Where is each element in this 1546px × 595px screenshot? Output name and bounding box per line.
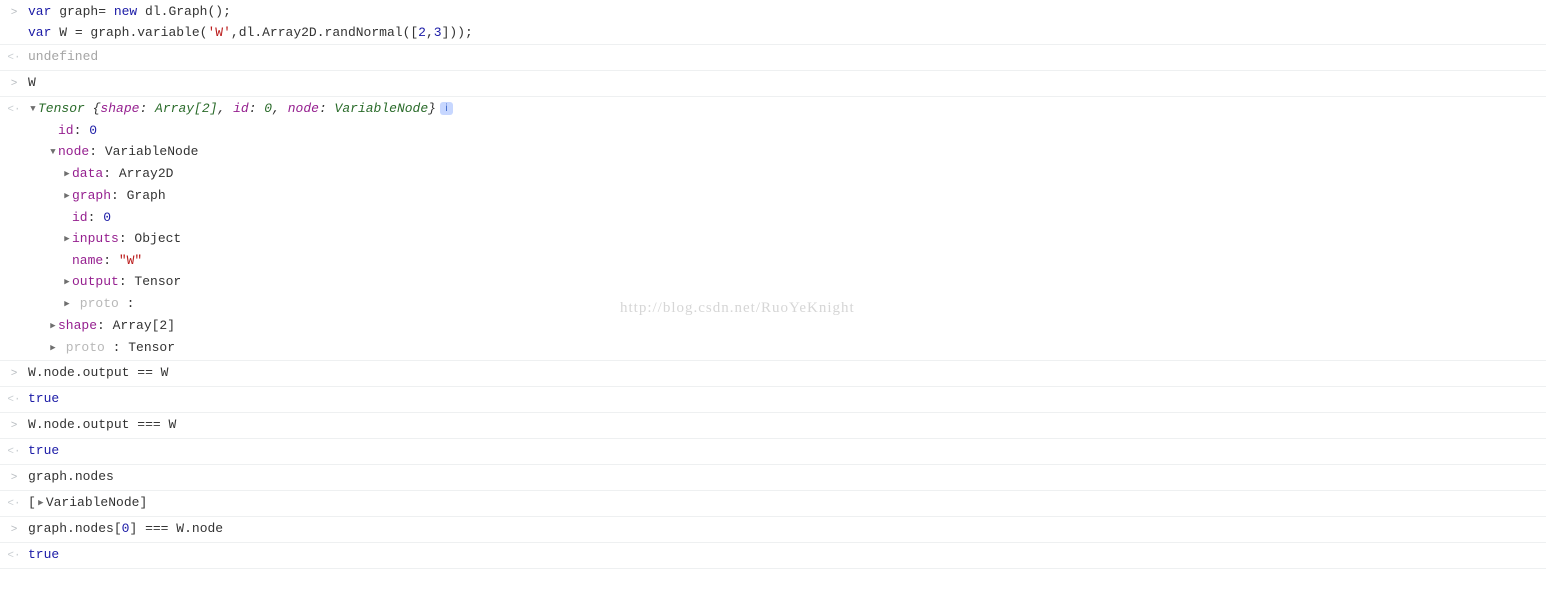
console-input-row[interactable]: >var graph= new dl.Graph();var W = graph…: [0, 0, 1546, 45]
console-input-row[interactable]: >W: [0, 71, 1546, 97]
console-output-value: true: [28, 544, 1546, 565]
expand-toggle-icon[interactable]: [62, 229, 72, 250]
object-property-row[interactable]: data: Array2D: [28, 163, 1538, 185]
info-icon[interactable]: i: [440, 102, 453, 115]
console-input-code: W.node.output == W: [28, 362, 1546, 383]
object-property-row: name: "W": [28, 250, 1538, 271]
console-output-object: Tensor {shape: Array[2], id: 0, node: Va…: [28, 98, 1546, 359]
console-log: >var graph= new dl.Graph();var W = graph…: [0, 0, 1546, 569]
expand-toggle-icon[interactable]: [62, 294, 72, 315]
expand-toggle-icon[interactable]: [62, 186, 72, 207]
output-icon: <·: [0, 46, 28, 69]
object-property-row[interactable]: node: VariableNode: [28, 141, 1538, 163]
expand-toggle-icon[interactable]: [28, 99, 38, 120]
console-output-row: <·true: [0, 543, 1546, 569]
output-icon: <·: [0, 492, 28, 515]
console-output-row: <·[VariableNode]: [0, 491, 1546, 517]
object-property-row[interactable]: proto :: [28, 293, 1538, 315]
prompt-icon: >: [0, 414, 28, 437]
expand-toggle-icon[interactable]: [48, 316, 58, 337]
console-output-array[interactable]: [VariableNode]: [28, 492, 1546, 514]
object-property-row[interactable]: inputs: Object: [28, 228, 1538, 250]
output-icon: <·: [0, 98, 28, 121]
prompt-icon: >: [0, 1, 28, 24]
console-input-code: graph.nodes: [28, 466, 1546, 487]
console-input-row[interactable]: >W.node.output === W: [0, 413, 1546, 439]
expand-toggle-icon[interactable]: [36, 493, 46, 514]
object-property-row: id: 0: [28, 207, 1538, 228]
console-output-row: <·undefined: [0, 45, 1546, 71]
object-property-row[interactable]: graph: Graph: [28, 185, 1538, 207]
expand-toggle-icon[interactable]: [48, 142, 58, 163]
object-property-row[interactable]: shape: Array[2]: [28, 315, 1538, 337]
prompt-icon: >: [0, 72, 28, 95]
console-output-row: <·true: [0, 439, 1546, 465]
console-input-row[interactable]: >W.node.output == W: [0, 361, 1546, 387]
console-input-row[interactable]: >graph.nodes[0] === W.node: [0, 517, 1546, 543]
console-input-row[interactable]: >graph.nodes: [0, 465, 1546, 491]
console-output-value: true: [28, 388, 1546, 409]
prompt-icon: >: [0, 466, 28, 489]
expand-toggle-icon[interactable]: [62, 164, 72, 185]
expand-toggle-icon[interactable]: [48, 338, 58, 359]
object-property-row[interactable]: output: Tensor: [28, 271, 1538, 293]
console-output-row: <·true: [0, 387, 1546, 413]
console-output-value: true: [28, 440, 1546, 461]
object-property-row[interactable]: proto : Tensor: [28, 337, 1538, 359]
console-input-code: W: [28, 72, 1546, 93]
output-icon: <·: [0, 388, 28, 411]
console-input-code: W.node.output === W: [28, 414, 1546, 435]
output-icon: <·: [0, 544, 28, 567]
console-input-code: var graph= new dl.Graph();var W = graph.…: [28, 1, 1546, 43]
prompt-icon: >: [0, 362, 28, 385]
console-output-value: undefined: [28, 46, 1546, 67]
console-output-row: <·Tensor {shape: Array[2], id: 0, node: …: [0, 97, 1546, 361]
object-header[interactable]: Tensor {shape: Array[2], id: 0, node: Va…: [28, 98, 1538, 120]
expand-toggle-icon[interactable]: [62, 272, 72, 293]
output-icon: <·: [0, 440, 28, 463]
console-input-code: graph.nodes[0] === W.node: [28, 518, 1546, 539]
prompt-icon: >: [0, 518, 28, 541]
object-property-row: id: 0: [28, 120, 1538, 141]
